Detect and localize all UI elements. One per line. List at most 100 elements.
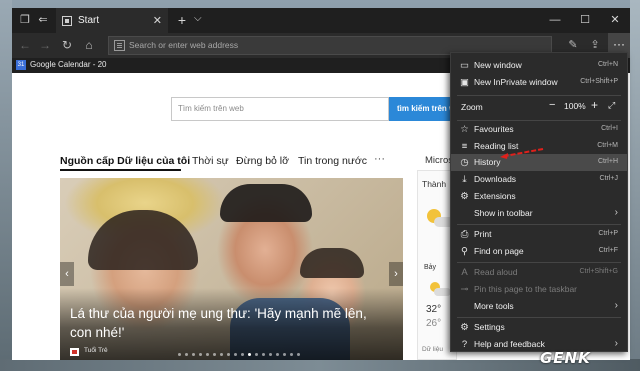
chevron-right-icon: › (614, 207, 618, 218)
menu-shortcut: Ctrl+I (601, 125, 618, 132)
menu-print[interactable]: ⎙ Print Ctrl+P (451, 226, 627, 243)
maximize-button[interactable]: ☐ (570, 8, 600, 33)
carousel-dot[interactable] (255, 353, 258, 356)
carousel-dot[interactable] (192, 353, 195, 356)
web-search-button[interactable]: tìm kiếm trên web (389, 97, 459, 121)
carousel-dot[interactable] (283, 353, 286, 356)
desktop-wallpaper-left (0, 0, 12, 371)
menu-separator (457, 95, 621, 96)
chevron-right-icon: › (614, 338, 618, 349)
desktop-wallpaper-right (630, 0, 640, 371)
menu-label: New InPrivate window (474, 77, 558, 87)
menu-show-in-toolbar[interactable]: Show in toolbar › (451, 205, 627, 222)
forecast-day: Bảy (424, 264, 437, 271)
menu-settings[interactable]: ⚙ Settings (451, 319, 627, 336)
carousel-dot[interactable] (241, 353, 244, 356)
genk-watermark-logo: GENK (540, 349, 591, 367)
tab-list-chevron-icon[interactable]: ⌵ (194, 13, 202, 24)
printer-icon: ⎙ (460, 229, 469, 240)
web-search-placeholder: Tìm kiếm trên web (178, 104, 244, 113)
carousel-dot[interactable] (234, 353, 237, 356)
carousel-dot[interactable] (227, 353, 230, 356)
menu-favourites[interactable]: ☆ Favourites Ctrl+I (451, 121, 627, 138)
carousel-dot[interactable] (206, 353, 209, 356)
more-categories-button[interactable]: ··· (374, 153, 385, 165)
menu-shortcut: Ctrl+P (598, 230, 618, 237)
category-news[interactable]: Thời sự (192, 155, 229, 167)
menu-shortcut: Ctrl+Shift+P (580, 78, 618, 85)
pin-icon: ⊸ (460, 284, 469, 295)
category-microsoft[interactable]: Micros (425, 155, 453, 166)
hero-news-card[interactable]: ‹ › Lá thư của người mẹ ung thư: 'Hãy mạ… (60, 178, 403, 360)
new-window-icon: ▭ (460, 60, 469, 71)
menu-shortcut: Ctrl+M (597, 142, 618, 149)
tab-bar: ❐ ⇐ Start ✕ + ⌵ — ☐ ✕ (12, 8, 630, 33)
annotation-arrow-icon (500, 148, 544, 159)
menu-label: Zoom (461, 102, 483, 112)
close-tab-icon[interactable]: ✕ (153, 14, 162, 27)
download-icon: ⤓ (462, 174, 467, 185)
full-screen-icon[interactable]: ⤢ (608, 100, 615, 111)
category-my-feed[interactable]: Nguồn cấp Dữ liệu của tôi (60, 155, 190, 167)
carousel-dot[interactable] (213, 353, 216, 356)
menu-pin-to-taskbar: ⊸ Pin this page to the taskbar (451, 281, 627, 298)
menu-new-window[interactable]: ▭ New window Ctrl+N (451, 57, 627, 74)
new-tab-button[interactable]: + (174, 11, 190, 29)
menu-zoom: Zoom − 100% + ⤢ (451, 98, 627, 116)
carousel-dots (178, 353, 304, 357)
menu-label: Pin this page to the taskbar (474, 284, 578, 294)
carousel-dot[interactable] (248, 353, 251, 356)
favourite-link[interactable]: Google Calendar - 20 (30, 60, 107, 69)
chevron-right-icon: › (614, 300, 618, 311)
carousel-dot[interactable] (269, 353, 272, 356)
set-tabs-aside-icon[interactable]: ⇐ (34, 12, 52, 28)
tab-preview-icon[interactable]: ❐ (16, 12, 34, 28)
menu-separator (457, 317, 621, 318)
zoom-out-button[interactable]: − (549, 99, 555, 111)
news-source: Tuổi Trẻ (84, 347, 108, 354)
carousel-dot[interactable] (262, 353, 265, 356)
settings-and-more-menu: ▭ New window Ctrl+N ▣ New InPrivate wind… (450, 52, 628, 352)
back-icon[interactable]: ← (16, 37, 34, 54)
inprivate-icon: ▣ (460, 77, 469, 88)
menu-shortcut: Ctrl+N (597, 61, 618, 68)
menu-label: Favourites (474, 124, 514, 134)
cloud-icon (434, 288, 451, 296)
tab-title: Start (78, 15, 100, 26)
menu-label: Extensions (474, 191, 516, 201)
zoom-level: 100% (564, 101, 586, 111)
history-clock-icon: ◷ (460, 157, 469, 168)
web-search-input[interactable]: Tìm kiếm trên web (171, 97, 389, 121)
close-window-button[interactable]: ✕ (600, 8, 630, 33)
category-dont-miss[interactable]: Đừng bỏ lỡ (236, 155, 289, 167)
forecast-high: 32° (426, 304, 442, 315)
category-domestic[interactable]: Tin trong nước (298, 155, 367, 167)
menu-extensions[interactable]: ⚙ Extensions (451, 188, 627, 205)
carousel-dot[interactable] (199, 353, 202, 356)
carousel-dot[interactable] (178, 353, 181, 356)
menu-label: Print (474, 229, 492, 239)
minimize-button[interactable]: — (540, 8, 570, 33)
carousel-dot[interactable] (185, 353, 188, 356)
carousel-prev-button[interactable]: ‹ (60, 262, 74, 286)
menu-find-on-page[interactable]: ⚲ Find on page Ctrl+F (451, 243, 627, 260)
carousel-dot[interactable] (220, 353, 223, 356)
forward-icon[interactable]: → (36, 37, 54, 54)
refresh-icon[interactable]: ↻ (58, 37, 76, 54)
hero-photo-detail (88, 210, 198, 270)
extensions-icon: ⚙ (460, 191, 469, 202)
zoom-in-button[interactable]: + (591, 98, 598, 112)
home-icon[interactable]: ⌂ (80, 37, 98, 54)
carousel-dot[interactable] (276, 353, 279, 356)
hero-headline[interactable]: Lá thư của người mẹ ung thư: 'Hãy mạnh m… (70, 304, 390, 342)
carousel-dot[interactable] (290, 353, 293, 356)
tab-start[interactable]: Start ✕ (56, 8, 168, 33)
menu-more-tools[interactable]: More tools › (451, 298, 627, 315)
menu-new-inprivate-window[interactable]: ▣ New InPrivate window Ctrl+Shift+P (451, 74, 627, 91)
menu-help-and-feedback[interactable]: ? Help and feedback › (451, 336, 627, 353)
gear-icon: ⚙ (460, 322, 469, 333)
weather-city: Thành (422, 179, 447, 189)
menu-downloads[interactable]: ⤓ Downloads Ctrl+J (451, 171, 627, 188)
carousel-next-button[interactable]: › (389, 262, 403, 286)
carousel-dot[interactable] (297, 353, 300, 356)
